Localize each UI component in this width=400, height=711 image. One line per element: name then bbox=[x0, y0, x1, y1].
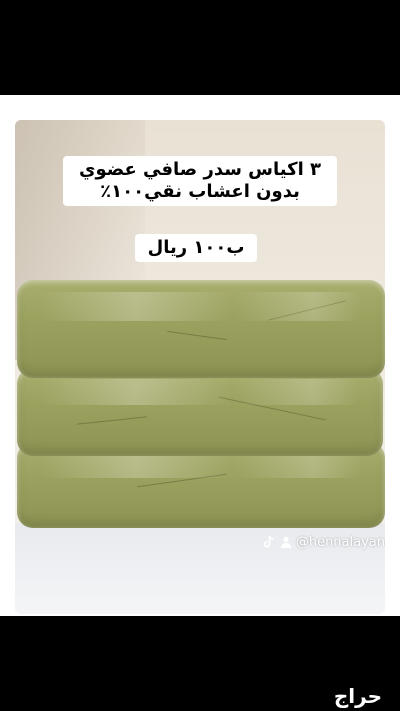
price-label: ب١٠٠ ريال bbox=[135, 234, 257, 262]
bag-crease bbox=[268, 300, 346, 321]
product-photo[interactable]: ٣ اكياس سدر صافي عضوي بدون اعشاب نقي١٠٠٪… bbox=[15, 120, 385, 614]
caption-line-1: ٣ اكياس سدر صافي عضوي bbox=[78, 159, 322, 180]
person-icon bbox=[279, 535, 293, 549]
bag-crease bbox=[137, 473, 227, 488]
caption-description: ٣ اكياس سدر صافي عضوي بدون اعشاب نقي١٠٠٪ bbox=[63, 156, 337, 206]
bag-crease bbox=[167, 330, 227, 341]
bag-crease bbox=[218, 396, 326, 421]
bag-crease bbox=[77, 416, 147, 425]
watermark-handle: @hennalayan bbox=[295, 534, 385, 550]
sidr-bag-top bbox=[17, 280, 385, 378]
caption-line-2: بدون اعشاب نقي١٠٠٪ bbox=[100, 181, 300, 202]
tiktok-watermark: @hennalayan bbox=[262, 532, 385, 552]
haraj-logo: حراج bbox=[333, 684, 382, 708]
tiktok-logo-icon bbox=[262, 535, 276, 549]
sidr-bag-middle bbox=[17, 368, 383, 456]
